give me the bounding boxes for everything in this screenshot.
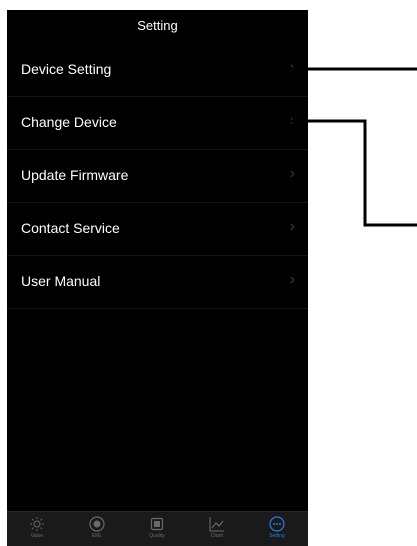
more-circle-icon [269, 516, 285, 532]
tab-label: Setting [269, 533, 285, 539]
menu-item-user-manual[interactable]: User Manual › [7, 256, 308, 309]
chevron-right-icon: › [289, 165, 295, 182]
tab-quality[interactable]: Quality [137, 512, 177, 546]
chevron-right-icon: › [289, 112, 295, 129]
tab-label: Quality [149, 533, 165, 539]
tab-eml[interactable]: EML [77, 512, 117, 546]
tab-bar: Value EML Quality Chart Setting [7, 511, 308, 546]
target-icon [89, 516, 105, 532]
tab-label: Value [30, 533, 44, 539]
menu-item-contact-service[interactable]: Contact Service › [7, 203, 308, 256]
menu-item-update-firmware[interactable]: Update Firmware › [7, 150, 308, 203]
menu-item-label: Contact Service [21, 220, 120, 236]
phone-screen: Setting Device Setting › Change Device ›… [7, 10, 308, 546]
tab-setting[interactable]: Setting [257, 512, 297, 546]
tab-label: Chart [210, 533, 224, 539]
chevron-right-icon: › [289, 59, 295, 76]
menu-item-change-device[interactable]: Change Device › [7, 97, 308, 150]
sun-icon [30, 517, 44, 531]
line-chart-icon [209, 517, 224, 532]
menu-item-device-setting[interactable]: Device Setting › [7, 44, 308, 97]
settings-menu: Device Setting › Change Device › Update … [7, 44, 308, 309]
menu-item-label: User Manual [21, 273, 101, 289]
chevron-right-icon: › [289, 271, 295, 288]
page-title: Setting [137, 18, 178, 33]
tab-chart[interactable]: Chart [197, 512, 237, 546]
menu-item-label: Change Device [21, 114, 117, 130]
chevron-right-icon: › [289, 218, 295, 235]
menu-item-label: Update Firmware [21, 167, 129, 183]
tab-value[interactable]: Value [17, 512, 57, 546]
tab-label: EML [91, 533, 103, 539]
chip-icon [150, 517, 164, 531]
menu-item-label: Device Setting [21, 61, 112, 77]
